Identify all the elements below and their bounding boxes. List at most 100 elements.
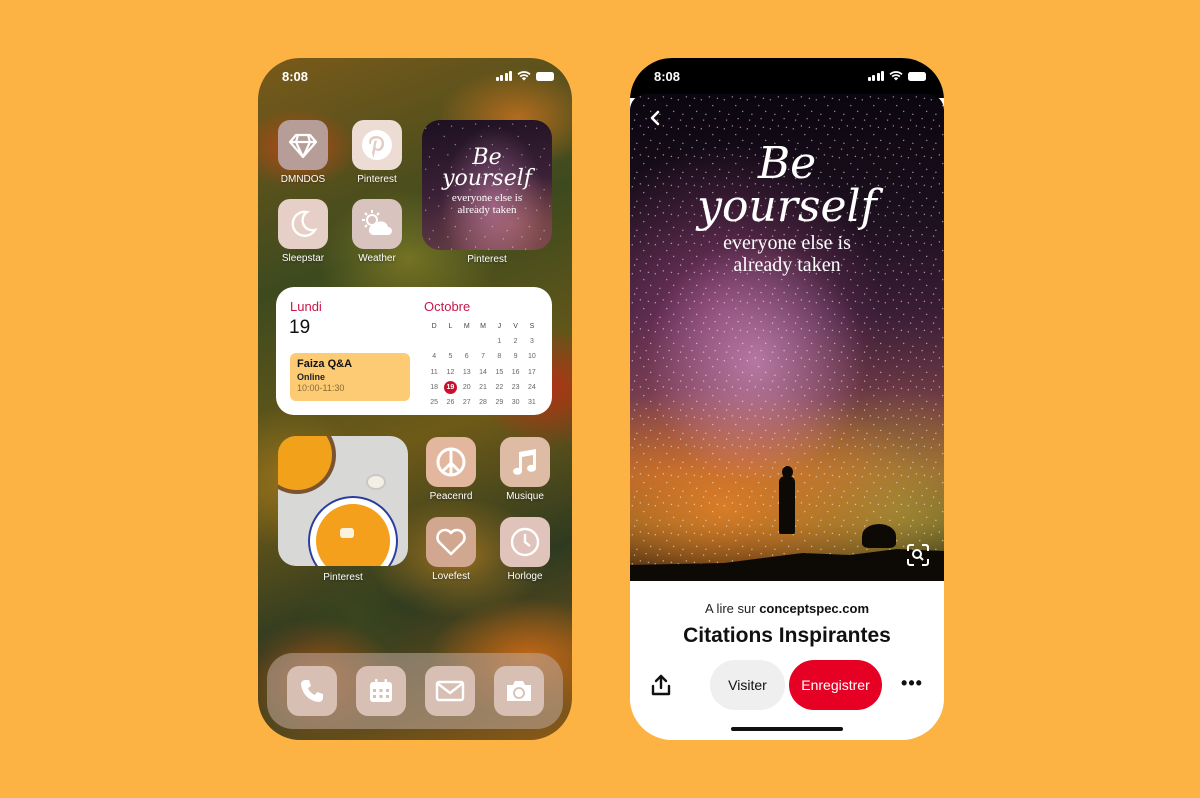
dock-mail-app[interactable]: [424, 666, 475, 716]
more-options-button[interactable]: •••: [900, 674, 924, 696]
quote-line: Be: [472, 145, 502, 170]
pin-quote: Be yourself everyone else is already tak…: [630, 142, 944, 277]
calendar-day[interactable]: 10: [524, 353, 540, 360]
garnish: [340, 528, 354, 538]
calendar-widget[interactable]: Lundi 19 Faiza Q&A Online 10:00-11:30 Oc…: [276, 287, 552, 415]
dock: [267, 653, 563, 729]
calendar-day[interactable]: 15: [491, 369, 507, 376]
calendar-day[interactable]: 21: [475, 384, 491, 391]
calendar-day[interactable]: 5: [442, 353, 458, 360]
calendar-day[interactable]: 30: [507, 399, 523, 406]
calendar-event[interactable]: Faiza Q&A Online 10:00-11:30: [290, 353, 410, 401]
calendar-day[interactable]: 9: [507, 353, 523, 360]
source-domain-link[interactable]: conceptspec.com: [759, 601, 869, 616]
calendar-day[interactable]: 28: [475, 399, 491, 406]
calendar-grid: D L M M J V S 1 2 3 4 5 6 7 8 9 10 11 12 13 14 15 16 17 18 19 20 21…: [426, 319, 540, 410]
app-peacenrd[interactable]: Peacenrd: [426, 437, 476, 502]
event-location: Online: [297, 372, 326, 382]
calendar-day[interactable]: 12: [442, 369, 458, 376]
phone-icon: [300, 680, 323, 702]
app-pinterest[interactable]: Pinterest: [352, 120, 402, 185]
visit-button[interactable]: Visiter: [710, 660, 785, 710]
calendar-day[interactable]: 29: [491, 399, 507, 406]
calendar-day[interactable]: 1: [491, 338, 507, 345]
action-bar: Visiter Enregistrer •••: [630, 658, 944, 718]
calendar-weekday: J: [497, 323, 502, 331]
spoon-image: [368, 476, 384, 488]
quote-line: already taken: [733, 254, 841, 276]
calendar-day[interactable]: 16: [507, 369, 523, 376]
app-dmndos[interactable]: DMNDOS: [278, 120, 328, 185]
wifi-icon: [517, 71, 531, 81]
dock-calendar-app[interactable]: [355, 666, 406, 716]
status-bar: 8:08: [630, 58, 944, 98]
calendar-day[interactable]: 7: [475, 353, 491, 360]
clock-icon: [510, 527, 540, 557]
calendar-day[interactable]: 22: [491, 384, 507, 391]
quote-line: yourself: [442, 166, 532, 191]
calendar-day[interactable]: 18: [426, 384, 442, 391]
app-label: Pinterest: [357, 174, 397, 185]
app-lovefest[interactable]: Lovefest: [426, 517, 476, 582]
signal-icon: [495, 71, 512, 81]
quote-line: everyone else is: [451, 192, 523, 204]
share-icon: [651, 674, 671, 696]
chevron-left-icon: [650, 110, 660, 126]
quote-line: yourself: [697, 181, 877, 232]
music-note-icon: [513, 449, 537, 475]
app-sleepstar[interactable]: Sleepstar: [278, 199, 328, 264]
pinterest-quote-widget[interactable]: Be yourself everyone else is already tak…: [422, 120, 552, 250]
pinterest-food-widget[interactable]: [278, 436, 408, 566]
battery-icon: [536, 71, 554, 81]
heart-icon: [436, 528, 466, 556]
lens-search-icon: [907, 544, 929, 566]
back-button[interactable]: [644, 106, 668, 130]
calendar-day[interactable]: 11: [426, 369, 442, 376]
dock-camera-app[interactable]: [493, 666, 544, 716]
calendar-day[interactable]: 8: [491, 353, 507, 360]
mail-icon: [435, 680, 464, 702]
app-weather[interactable]: Weather: [352, 199, 402, 264]
app-label: Lovefest: [432, 571, 470, 582]
dock-phone-app[interactable]: [286, 666, 337, 716]
app-musique[interactable]: Musique: [500, 437, 550, 502]
calendar-weekday: L: [448, 323, 453, 331]
calendar-day[interactable]: 24: [524, 384, 540, 391]
calendar-weekday: S: [529, 323, 535, 331]
app-label: Musique: [506, 491, 544, 502]
visual-search-button[interactable]: [906, 543, 930, 567]
share-button[interactable]: [650, 674, 672, 696]
status-time: 8:08: [654, 69, 681, 84]
calendar-day[interactable]: 31: [524, 399, 540, 406]
calendar-day[interactable]: 13: [459, 369, 475, 376]
calendar-day[interactable]: 27: [459, 399, 475, 406]
widget-label: Pinterest: [323, 572, 363, 583]
event-title: Faiza Q&A: [297, 358, 353, 370]
app-label: Horloge: [507, 571, 543, 582]
calendar-day[interactable]: 17: [524, 369, 540, 376]
calendar-weekday: V: [513, 323, 518, 331]
app-label: Peacenrd: [429, 491, 473, 502]
calendar-day[interactable]: 14: [475, 369, 491, 376]
pinterest-icon: [362, 130, 392, 160]
battery-icon: [908, 71, 926, 81]
pinterest-pin-phone: 8:08 Be yourself everyone else is alread…: [630, 58, 944, 740]
calendar-day[interactable]: 20: [459, 384, 475, 391]
save-button[interactable]: Enregistrer: [789, 660, 882, 710]
calendar-day[interactable]: 2: [507, 338, 523, 345]
calendar-day[interactable]: 23: [507, 384, 523, 391]
calendar-day[interactable]: 19: [442, 380, 458, 394]
calendar-day[interactable]: 3: [524, 338, 540, 345]
home-indicator[interactable]: [731, 727, 843, 731]
camera-icon: [506, 681, 531, 701]
status-bar: 8:08: [258, 58, 572, 98]
quote-line: everyone else is: [723, 232, 851, 254]
calendar-day[interactable]: 26: [442, 399, 458, 406]
app-horloge[interactable]: Horloge: [500, 517, 550, 582]
home-screen-phone: 8:08 DMNDOS Pinterest Be yourself everyo…: [258, 58, 572, 740]
calendar-day[interactable]: 25: [426, 399, 442, 406]
source-line: A lire sur conceptspec.com: [630, 601, 944, 616]
calendar-day[interactable]: 6: [459, 353, 475, 360]
calendar-month: Octobre: [424, 299, 471, 314]
calendar-day[interactable]: 4: [426, 353, 442, 360]
